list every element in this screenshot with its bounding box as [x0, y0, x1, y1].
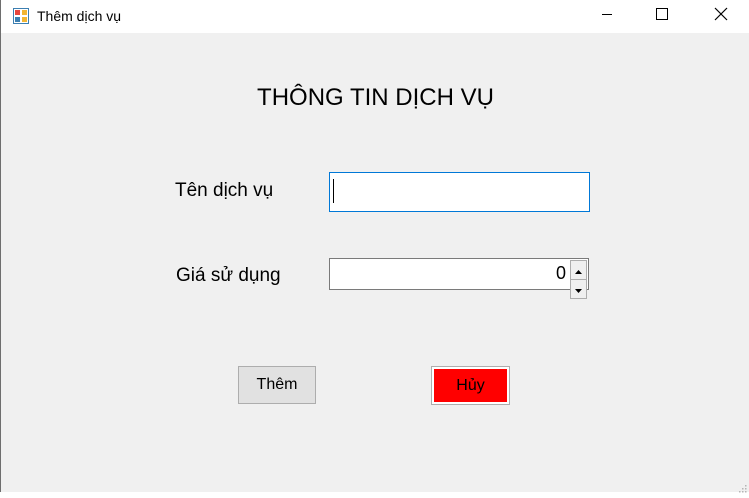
- service-name-label: Tên dịch vụ: [175, 180, 274, 201]
- price-label: Giá sử dụng: [176, 265, 281, 286]
- add-button[interactable]: Thêm: [238, 366, 316, 404]
- add-service-window: Thêm dịch vụ THÔNG TIN DỊCH VỤ Tên dịch …: [0, 0, 749, 493]
- arrow-down-icon: [575, 280, 582, 298]
- price-stepper[interactable]: 0: [329, 258, 589, 299]
- maximize-button[interactable]: [639, 0, 685, 32]
- close-button[interactable]: [698, 0, 744, 32]
- arrow-up-icon: [575, 261, 582, 279]
- maximize-icon: [656, 7, 668, 25]
- price-spinner[interactable]: [570, 260, 587, 299]
- text-caret: [333, 179, 334, 203]
- minimize-button[interactable]: [584, 0, 630, 32]
- minimize-icon: [601, 7, 613, 25]
- resize-grip-icon[interactable]: [737, 480, 747, 493]
- close-icon: [714, 7, 728, 26]
- title-bar[interactable]: Thêm dịch vụ: [1, 0, 749, 33]
- price-value[interactable]: 0: [556, 263, 566, 284]
- service-name-input[interactable]: [329, 172, 590, 212]
- spin-down-button[interactable]: [570, 280, 587, 299]
- cancel-button[interactable]: Hủy: [431, 366, 510, 405]
- form-heading: THÔNG TIN DỊCH VỤ: [257, 84, 494, 111]
- window-title: Thêm dịch vụ: [37, 8, 122, 24]
- spin-up-button[interactable]: [570, 260, 587, 280]
- form-app-icon: [13, 8, 29, 24]
